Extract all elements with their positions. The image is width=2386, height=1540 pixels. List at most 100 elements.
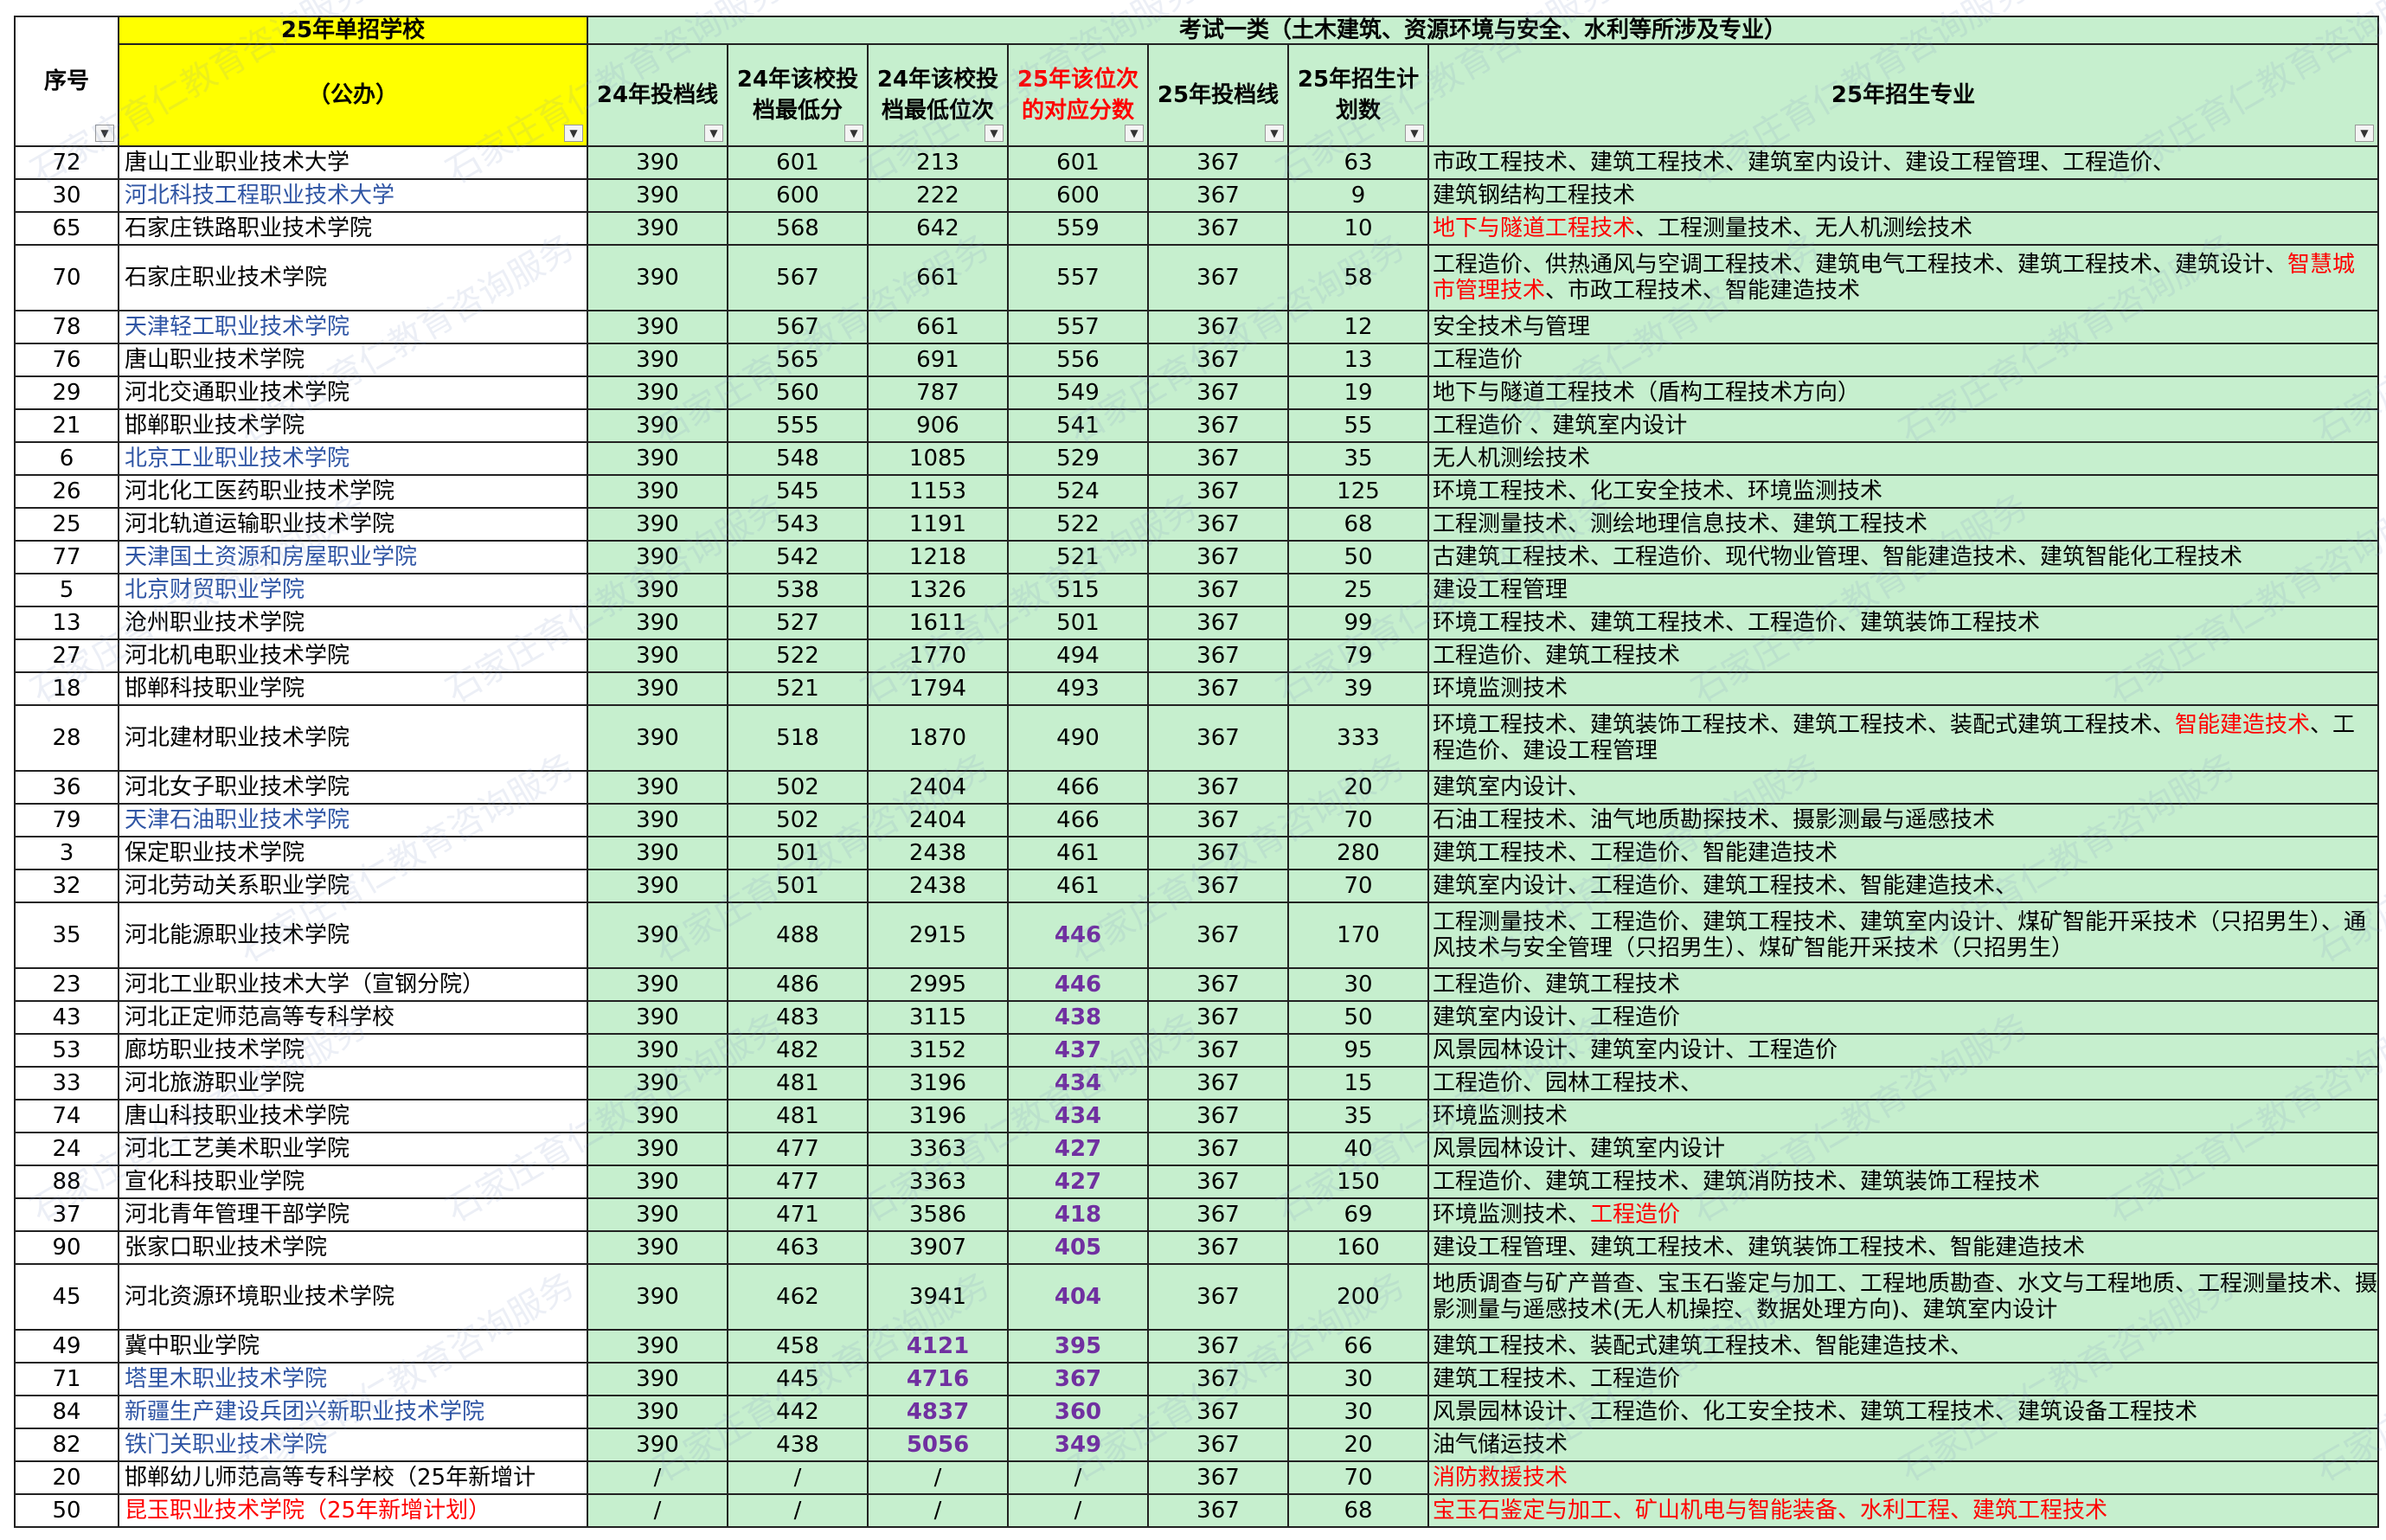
- filter-dropdown-icon[interactable]: ▼: [1405, 125, 1424, 142]
- table-row[interactable]: 53 廊坊职业技术学院 390 482 3152 437 367 95 风景园林设计、建筑室内设…: [14, 1033, 2379, 1068]
- cell-school[interactable]: 北京财贸职业学院: [118, 573, 588, 607]
- cell-school[interactable]: 河北机电职业技术学院: [118, 638, 588, 673]
- cell-25-plan[interactable]: 20: [1287, 1428, 1429, 1462]
- cell-25-line[interactable]: 367: [1147, 1197, 1289, 1232]
- table-row[interactable]: 6 北京工业职业技术学院 390 548 1085 529 367 35 无人机测绘技术: [14, 441, 2379, 476]
- cell-25-plan[interactable]: 10: [1287, 211, 1429, 246]
- cell-25-rank-score[interactable]: 549: [1007, 375, 1149, 410]
- filter-dropdown-icon[interactable]: ▼: [95, 125, 114, 142]
- cell-24-line[interactable]: 390: [587, 1263, 728, 1331]
- cell-24-line[interactable]: 390: [587, 441, 728, 476]
- cell-24-min-rank[interactable]: 3907: [867, 1230, 1009, 1265]
- cell-25-rank-score[interactable]: /: [1007, 1460, 1149, 1495]
- header-24-min-rank[interactable]: 24年该校投档最低位次 ▼: [867, 43, 1009, 147]
- cell-25-plan[interactable]: 70: [1287, 803, 1429, 837]
- cell-25-line[interactable]: 367: [1147, 1428, 1289, 1462]
- header-25-plan[interactable]: 25年招生计划数 ▼: [1287, 43, 1429, 147]
- table-row[interactable]: 33 河北旅游职业学院 390 481 3196 434 367 15 工程造价、园林工程技术、: [14, 1066, 2379, 1100]
- cell-25-plan[interactable]: 170: [1287, 902, 1429, 969]
- cell-25-rank-score[interactable]: 418: [1007, 1197, 1149, 1232]
- cell-25-rank-score[interactable]: 600: [1007, 178, 1149, 213]
- cell-25-majors[interactable]: 工程造价、建筑工程技术、建筑消防技术、建筑装饰工程技术: [1427, 1165, 2379, 1199]
- cell-24-min-rank[interactable]: /: [867, 1460, 1009, 1495]
- header-school-sub[interactable]: （公办） ▼: [118, 43, 588, 147]
- cell-24-line[interactable]: 390: [587, 540, 728, 574]
- cell-24-min-rank[interactable]: 1218: [867, 540, 1009, 574]
- header-25-majors[interactable]: 25年招生专业 ▼: [1427, 43, 2379, 147]
- cell-seq[interactable]: 90: [14, 1230, 119, 1265]
- cell-24-min-rank[interactable]: 3363: [867, 1165, 1009, 1199]
- cell-25-plan[interactable]: 30: [1287, 1362, 1429, 1396]
- cell-24-min-rank[interactable]: 3363: [867, 1132, 1009, 1166]
- cell-25-rank-score[interactable]: 466: [1007, 770, 1149, 805]
- cell-25-line[interactable]: 367: [1147, 671, 1289, 706]
- cell-25-rank-score[interactable]: 557: [1007, 310, 1149, 344]
- cell-25-rank-score[interactable]: 493: [1007, 671, 1149, 706]
- cell-25-line[interactable]: 367: [1147, 638, 1289, 673]
- cell-25-plan[interactable]: 125: [1287, 474, 1429, 509]
- cell-24-min-score[interactable]: 445: [727, 1362, 869, 1396]
- cell-25-plan[interactable]: 50: [1287, 540, 1429, 574]
- cell-24-line[interactable]: 390: [587, 1066, 728, 1100]
- cell-24-line[interactable]: 390: [587, 606, 728, 640]
- cell-25-majors[interactable]: 风景园林设计、建筑室内设计、工程造价: [1427, 1033, 2379, 1068]
- cell-25-majors[interactable]: 环境监测技术: [1427, 1099, 2379, 1133]
- cell-25-line[interactable]: 367: [1147, 803, 1289, 837]
- cell-24-line[interactable]: 390: [587, 704, 728, 772]
- cell-25-rank-score[interactable]: 349: [1007, 1428, 1149, 1462]
- cell-25-plan[interactable]: 30: [1287, 967, 1429, 1002]
- cell-seq[interactable]: 26: [14, 474, 119, 509]
- table-row[interactable]: 50 昆玉职业技术学院（25年新增计划） / / //367 68 宝玉石鉴定与加工、矿山机…: [14, 1493, 2379, 1528]
- cell-25-line[interactable]: 367: [1147, 704, 1289, 772]
- table-row[interactable]: 49 冀中职业学院 390 458 4121 395 367 66 建筑工程技术、装配式建筑工程…: [14, 1329, 2379, 1364]
- cell-25-line[interactable]: 367: [1147, 507, 1289, 542]
- cell-24-min-score[interactable]: 518: [727, 704, 869, 772]
- cell-25-majors[interactable]: 环境工程技术、建筑工程技术、工程造价、建筑装饰工程技术: [1427, 606, 2379, 640]
- cell-25-line[interactable]: 367: [1147, 441, 1289, 476]
- cell-school[interactable]: 河北轨道运输职业技术学院: [118, 507, 588, 542]
- cell-24-line[interactable]: 390: [587, 1329, 728, 1364]
- cell-25-majors[interactable]: 工程测量技术、测绘地理信息技术、建筑工程技术: [1427, 507, 2379, 542]
- table-row[interactable]: 90 张家口职业技术学院 390 463 3907 405 367 160 建设工程管理、建筑工…: [14, 1230, 2379, 1265]
- cell-25-majors[interactable]: 风景园林设计、工程造价、化工安全技术、建筑工程技术、建筑设备工程技术: [1427, 1395, 2379, 1429]
- cell-25-plan[interactable]: 70: [1287, 1460, 1429, 1495]
- filter-dropdown-icon[interactable]: ▼: [564, 125, 583, 142]
- cell-25-rank-score[interactable]: 494: [1007, 638, 1149, 673]
- cell-24-min-rank[interactable]: 691: [867, 343, 1009, 377]
- cell-25-line[interactable]: 367: [1147, 1329, 1289, 1364]
- cell-school[interactable]: 唐山科技职业技术学院: [118, 1099, 588, 1133]
- cell-24-line[interactable]: 390: [587, 178, 728, 213]
- cell-25-majors[interactable]: 工程造价 、建筑室内设计: [1427, 408, 2379, 443]
- cell-25-majors[interactable]: 消防救援技术: [1427, 1460, 2379, 1495]
- table-row[interactable]: 32 河北劳动关系职业学院 390 501 2438 461 367 70 建筑室内设计、工程造…: [14, 869, 2379, 903]
- cell-25-majors[interactable]: 无人机测绘技术: [1427, 441, 2379, 476]
- table-row[interactable]: 74 唐山科技职业技术学院 390 481 3196 434 367 35 环境监测技术: [14, 1099, 2379, 1133]
- table-row[interactable]: 88 宣化科技职业学院 390 477 3363 427 367 150 工程造价、建筑工程技术…: [14, 1165, 2379, 1199]
- cell-24-min-score[interactable]: 521: [727, 671, 869, 706]
- cell-25-rank-score[interactable]: 556: [1007, 343, 1149, 377]
- cell-24-min-score[interactable]: 545: [727, 474, 869, 509]
- cell-25-rank-score[interactable]: /: [1007, 1493, 1149, 1528]
- header-24-line[interactable]: 24年投档线 ▼: [587, 43, 728, 147]
- cell-school[interactable]: 天津轻工职业技术学院: [118, 310, 588, 344]
- cell-25-rank-score[interactable]: 501: [1007, 606, 1149, 640]
- cell-25-rank-score[interactable]: 461: [1007, 836, 1149, 870]
- cell-25-line[interactable]: 367: [1147, 869, 1289, 903]
- cell-25-plan[interactable]: 25: [1287, 573, 1429, 607]
- cell-25-line[interactable]: 367: [1147, 1230, 1289, 1265]
- cell-seq[interactable]: 88: [14, 1165, 119, 1199]
- cell-25-plan[interactable]: 13: [1287, 343, 1429, 377]
- cell-25-line[interactable]: 367: [1147, 967, 1289, 1002]
- cell-24-min-score[interactable]: /: [727, 1493, 869, 1528]
- table-row[interactable]: 28 河北建材职业技术学院 390 518 1870 490 367 333 环境工程技术、建筑…: [14, 704, 2379, 772]
- cell-24-min-rank[interactable]: 661: [867, 244, 1009, 311]
- header-seq[interactable]: 序号 ▼: [14, 16, 119, 147]
- cell-25-majors[interactable]: 风景园林设计、建筑室内设计: [1427, 1132, 2379, 1166]
- cell-24-min-rank[interactable]: 3115: [867, 1000, 1009, 1035]
- cell-25-rank-score[interactable]: 541: [1007, 408, 1149, 443]
- cell-25-majors[interactable]: 石油工程技术、油气地质勘探技术、摄影测最与遥感技术: [1427, 803, 2379, 837]
- cell-25-majors[interactable]: 地下与隧道工程技术、工程测量技术、无人机测绘技术: [1427, 211, 2379, 246]
- table-row[interactable]: 23 河北工业职业技术大学（宣钢分院） 390 486 2995 446 367 30 工程造价…: [14, 967, 2379, 1002]
- cell-24-line[interactable]: 390: [587, 671, 728, 706]
- cell-24-min-score[interactable]: 568: [727, 211, 869, 246]
